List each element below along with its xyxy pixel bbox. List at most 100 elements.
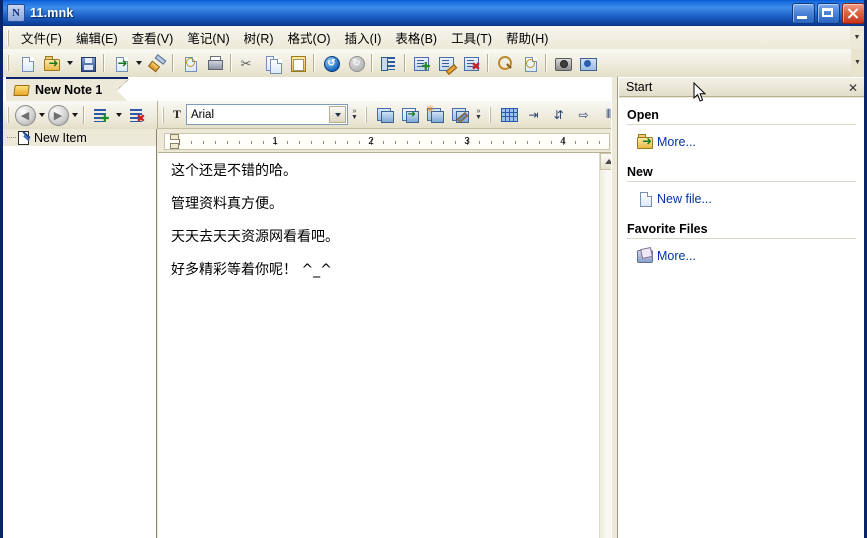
menu-item-note[interactable]: 笔记(N) [180, 25, 236, 51]
menu-item-format[interactable]: 格式(O) [281, 25, 338, 51]
font-name-dropdown-arrow[interactable] [329, 106, 346, 123]
delete-tree-item-button[interactable]: ✖ [124, 103, 149, 127]
menu-item-file[interactable]: 文件(F) [14, 25, 69, 51]
back-button[interactable]: ◀ [14, 104, 36, 126]
menu-item-edit[interactable]: 编辑(E) [69, 25, 125, 51]
insert-table-button[interactable] [496, 103, 521, 127]
task-pane-splitter[interactable] [611, 77, 618, 538]
menu-item-help[interactable]: 帮助(H) [499, 25, 555, 51]
add-note-button[interactable]: ✚ [409, 51, 434, 75]
ruler-major-tick [179, 139, 180, 145]
editor-area: 这个还是不错的哈。 管理资料真方便。 天天去天天资源网看看吧。 好多精彩等着你呢… [158, 153, 617, 538]
horizontal-ruler[interactable]: 1 2 3 4 [164, 133, 610, 150]
ruler-number: 3 [464, 136, 470, 147]
format-toolbar-grip[interactable] [162, 106, 166, 123]
import-object-button[interactable]: ➜ [397, 103, 422, 127]
format-brush-icon [147, 53, 166, 72]
menu-bar: 文件(F) 编辑(E) 查看(V) 笔记(N) 树(R) 格式(O) 插入(I)… [3, 26, 864, 50]
send-mail-button[interactable] [575, 51, 600, 75]
ruler-minor-tick [599, 141, 600, 144]
new-file-button[interactable] [14, 51, 39, 75]
forward-button[interactable]: ▶ [47, 104, 69, 126]
menu-item-tree[interactable]: 树(R) [237, 25, 281, 51]
insert-row-button[interactable]: ⇨ [571, 103, 596, 127]
new-file-link[interactable]: New file... [627, 189, 856, 208]
menu-item-insert[interactable]: 插入(I) [338, 25, 389, 51]
split-cells-button[interactable]: ⇵ [546, 103, 571, 127]
table-toolbar-grip[interactable] [489, 106, 493, 123]
font-type-icon: T [172, 107, 181, 121]
add-tree-item-button[interactable]: ✚ [88, 103, 113, 127]
link-object-button[interactable] [447, 103, 472, 127]
toolbar-separator [230, 54, 232, 72]
ruler-minor-tick [575, 141, 576, 144]
tab-new-note-1[interactable]: New Note 1 [6, 77, 130, 103]
edit-note-button[interactable] [434, 51, 459, 75]
tree-item-new-item[interactable]: New Item [3, 129, 156, 146]
copy-button[interactable] [260, 51, 285, 75]
favorites-more-link[interactable]: More... [627, 246, 856, 265]
open-more-link[interactable]: ➜ More... [627, 132, 856, 151]
replace-button[interactable] [517, 51, 542, 75]
merge-cells-button[interactable]: ⇥ [521, 103, 546, 127]
indent-marker[interactable] [170, 134, 179, 149]
delete-note-button[interactable]: ✖ [459, 51, 484, 75]
add-tree-item-icon: ✚ [93, 108, 110, 124]
menu-item-tools[interactable]: 工具(T) [444, 25, 499, 51]
menubar-overflow-button[interactable]: ▼ [850, 26, 864, 49]
ruler-minor-tick [323, 141, 324, 144]
insert-object-button[interactable] [372, 103, 397, 127]
toolbar-grip[interactable] [7, 55, 11, 71]
redo-button[interactable]: ↻ [343, 51, 368, 75]
forward-history-dropdown[interactable] [69, 104, 80, 126]
toolbar-overflow-button[interactable]: ▼ [851, 49, 864, 77]
export-icon: ➜ [115, 55, 128, 72]
export-button[interactable]: ➜ [108, 51, 133, 75]
new-file-icon [19, 56, 35, 72]
link-label: More... [657, 134, 696, 149]
object-toolbar-overflow-button[interactable]: » ▼ [472, 101, 485, 129]
menu-item-table[interactable]: 表格(B) [388, 25, 444, 51]
ruler-minor-tick [383, 141, 384, 144]
maximize-button[interactable] [817, 3, 840, 24]
task-pane-section-favorite-files: Favorite Files More... [627, 222, 856, 265]
tree-toolbar-grip[interactable] [7, 107, 11, 123]
note-editor[interactable]: 这个还是不错的哈。 管理资料真方便。 天天去天天资源网看看吧。 好多精彩等着你呢… [158, 153, 600, 538]
close-icon[interactable]: ✕ [846, 81, 860, 95]
ruler-number: 1 [272, 136, 278, 147]
screen-capture-button[interactable] [550, 51, 575, 75]
outline-button[interactable] [376, 51, 401, 75]
ruler-minor-tick [455, 141, 456, 144]
note-edit-icon [17, 131, 31, 145]
save-icon [80, 56, 96, 72]
cut-button[interactable]: ✂ [235, 51, 260, 75]
save-button[interactable] [75, 51, 100, 75]
task-pane-header[interactable]: Start ✕ [619, 77, 864, 97]
print-preview-button[interactable] [177, 51, 202, 75]
note-tree-panel[interactable]: New Item [3, 129, 157, 538]
back-history-dropdown[interactable] [36, 104, 47, 126]
font-toolbar-overflow-button[interactable]: » ▼ [348, 101, 361, 129]
print-button[interactable] [202, 51, 227, 75]
object-toolbar-grip[interactable] [365, 106, 369, 123]
task-pane: Start ✕ Open ➜ More... New New file... F… [618, 77, 864, 538]
new-page-icon [637, 191, 653, 207]
font-name-combobox[interactable]: Arial [186, 104, 348, 125]
open-file-dropdown[interactable] [64, 52, 75, 74]
menu-item-view[interactable]: 查看(V) [125, 25, 181, 51]
open-folder-icon: ➜ [637, 134, 653, 149]
format-brush-button[interactable] [144, 51, 169, 75]
new-object-button[interactable]: ✳ [422, 103, 447, 127]
menu-grip[interactable] [7, 29, 11, 46]
close-button[interactable] [842, 3, 864, 24]
editor-paragraph: 天天去天天资源网看看吧。 [171, 229, 339, 245]
send-mail-icon [579, 56, 597, 71]
add-tree-item-dropdown[interactable] [113, 104, 124, 126]
undo-button[interactable]: ↺ [318, 51, 343, 75]
export-dropdown[interactable] [133, 52, 144, 74]
open-file-button[interactable]: ➜ [39, 51, 64, 75]
chevron-down-icon: ▼ [853, 33, 861, 41]
paste-button[interactable] [285, 51, 310, 75]
find-button[interactable] [492, 51, 517, 75]
minimize-button[interactable] [792, 3, 815, 24]
